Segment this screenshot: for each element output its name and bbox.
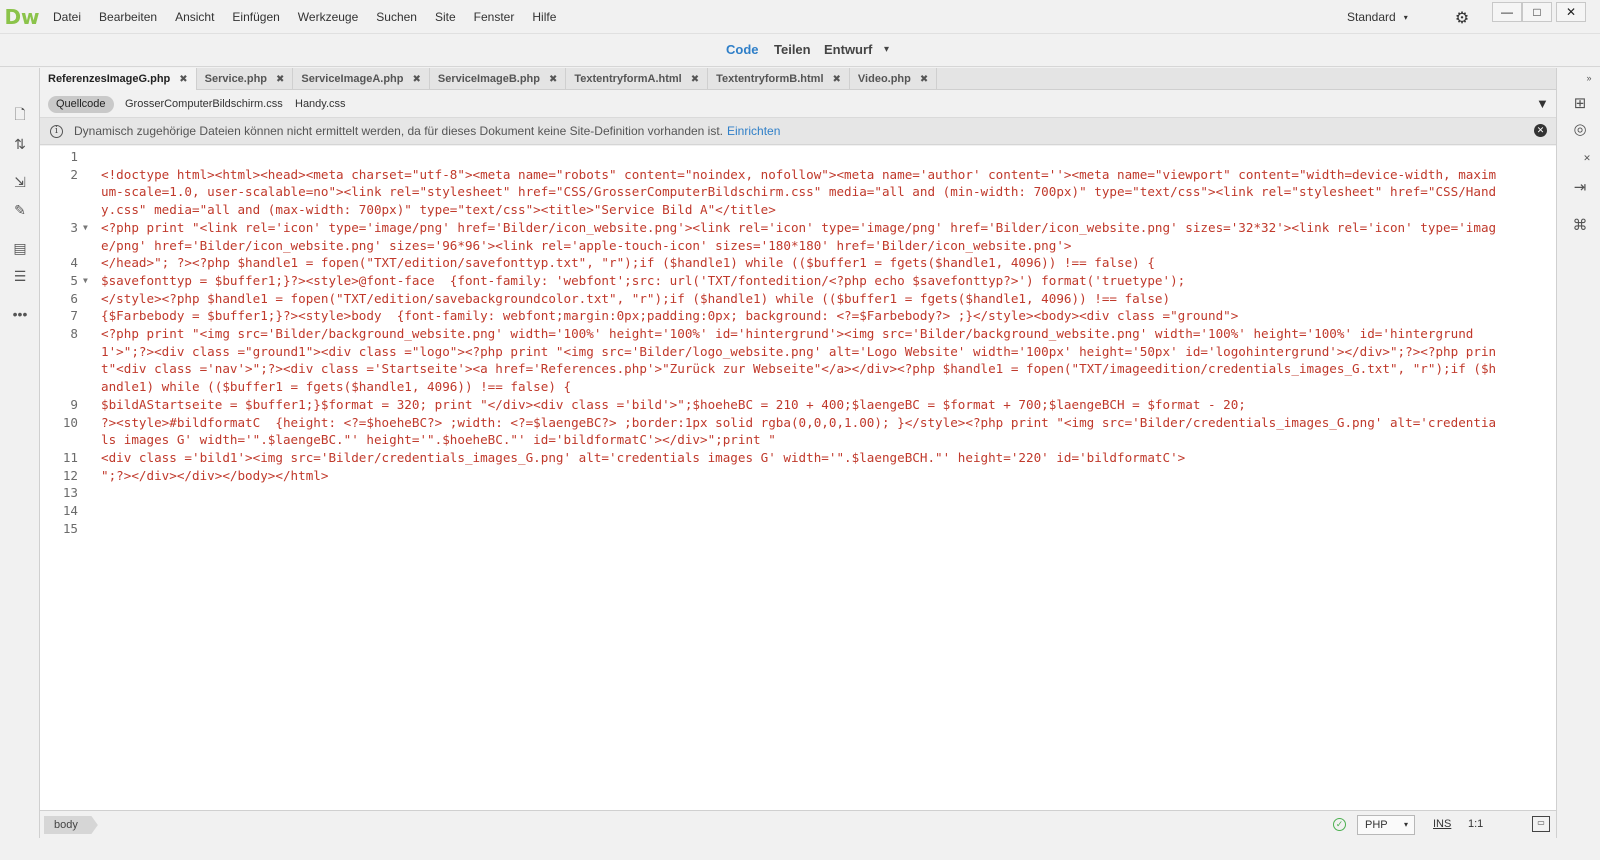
left-toolbar: 🗋 ⇅ ⇲ ✎ ▤ ☰ ••• bbox=[0, 68, 40, 858]
view-design-button[interactable]: Entwurf bbox=[824, 42, 872, 57]
tab-label: TextentryformB.html bbox=[716, 73, 824, 85]
panel-close-icon[interactable]: ✕ bbox=[1581, 152, 1593, 164]
check-circle-icon[interactable]: ✓ bbox=[1333, 818, 1346, 831]
language-select[interactable]: PHP ▾ bbox=[1357, 815, 1415, 835]
tab-serviceimagea[interactable]: ServiceImageA.php ✖ bbox=[293, 68, 430, 90]
related-files-bar: Quellcode GrosserComputerBildschirm.css … bbox=[40, 90, 1556, 118]
maximize-button[interactable]: □ bbox=[1522, 2, 1552, 22]
close-icon[interactable]: ✖ bbox=[276, 74, 284, 85]
fold-arrow-icon[interactable]: ▼ bbox=[83, 272, 88, 290]
code-editor[interactable]: 1 2 <!doctype html><html><head><meta cha… bbox=[40, 146, 1556, 810]
snippets-panel-icon[interactable]: ⌘ bbox=[1569, 214, 1591, 236]
chevron-down-icon[interactable]: ▾ bbox=[884, 44, 889, 55]
close-icon[interactable]: ✖ bbox=[179, 74, 187, 85]
insert-mode-indicator[interactable]: INS bbox=[1433, 818, 1451, 830]
dreamweaver-logo: Dw bbox=[4, 4, 40, 29]
minimize-button[interactable]: — bbox=[1492, 2, 1522, 22]
chevron-down-icon: ▾ bbox=[1403, 820, 1408, 829]
tab-textentryforma[interactable]: TextentryformA.html ✖ bbox=[566, 68, 709, 90]
file-transfer-icon[interactable]: ⇅ bbox=[10, 134, 30, 154]
sync-settings-icon[interactable]: ⚙ bbox=[1447, 8, 1477, 27]
tab-referenzesimageg[interactable]: ReferenzesImageG.php ✖ bbox=[40, 68, 197, 90]
open-document-icon[interactable]: 🗋 bbox=[10, 106, 30, 126]
close-icon[interactable]: ✖ bbox=[920, 74, 928, 85]
menu-site[interactable]: Site bbox=[426, 0, 465, 34]
indent-code-icon[interactable]: ☰ bbox=[10, 266, 30, 286]
bottom-strip bbox=[0, 838, 1600, 860]
tab-label: Video.php bbox=[857, 73, 911, 85]
menu-ansicht[interactable]: Ansicht bbox=[166, 0, 223, 34]
view-switcher-bar: Code Teilen Entwurf ▾ bbox=[0, 34, 1600, 67]
info-message: Dynamisch zugehörige Dateien können nich… bbox=[74, 124, 724, 138]
related-file-grossercomputer-css[interactable]: GrosserComputerBildschirm.css bbox=[117, 96, 291, 113]
close-icon[interactable]: ✖ bbox=[691, 74, 699, 85]
menu-suchen[interactable]: Suchen bbox=[367, 0, 426, 34]
menu-einfuegen[interactable]: Einfügen bbox=[223, 0, 288, 34]
expand-collapse-icon[interactable]: ⇲ bbox=[10, 172, 30, 192]
collapse-panel-icon[interactable]: » bbox=[1583, 72, 1595, 84]
tab-label: ServiceImageB.php bbox=[437, 73, 540, 85]
tab-label: Service.php bbox=[204, 73, 268, 85]
insert-panel-icon[interactable]: ⇥ bbox=[1569, 176, 1591, 198]
tab-textentryformb[interactable]: TextentryformB.html ✖ bbox=[708, 68, 850, 90]
dom-panel-icon[interactable]: ⊞ bbox=[1569, 92, 1591, 114]
tab-label: ServiceImageA.php bbox=[301, 73, 404, 85]
close-icon[interactable]: ✖ bbox=[413, 74, 421, 85]
tag-selector-body[interactable]: body bbox=[44, 816, 98, 834]
workspace-switcher[interactable]: Standard ▾ bbox=[1347, 0, 1408, 34]
cc-libraries-icon[interactable]: ◎ bbox=[1569, 118, 1591, 140]
menu-werkzeuge[interactable]: Werkzeuge bbox=[289, 0, 367, 34]
format-source-icon[interactable]: ✎ bbox=[10, 200, 30, 220]
info-icon: i bbox=[50, 124, 63, 138]
menu-hilfe[interactable]: Hilfe bbox=[523, 0, 565, 34]
language-value: PHP bbox=[1365, 819, 1388, 831]
chevron-down-icon: ▾ bbox=[1403, 12, 1408, 22]
view-code-button[interactable]: Code bbox=[726, 42, 759, 57]
close-icon[interactable]: ✖ bbox=[549, 74, 557, 85]
workspace-label: Standard bbox=[1347, 10, 1396, 24]
cursor-position: 1:1 bbox=[1468, 818, 1484, 830]
right-panel-toolbar: » ⊞ ◎ ✕ ⇥ ⌘ bbox=[1556, 68, 1600, 858]
related-file-handy-css[interactable]: Handy.css bbox=[287, 96, 354, 113]
fold-arrow-icon[interactable]: ▼ bbox=[83, 219, 88, 237]
filter-icon[interactable]: ▼ bbox=[1536, 96, 1549, 111]
tab-label: ReferenzesImageG.php bbox=[48, 73, 171, 85]
view-split-button[interactable]: Teilen bbox=[774, 42, 811, 57]
menu-fenster[interactable]: Fenster bbox=[465, 0, 524, 34]
info-bar: i Dynamisch zugehörige Dateien können ni… bbox=[40, 118, 1556, 145]
tab-serviceimageb[interactable]: ServiceImageB.php ✖ bbox=[430, 68, 567, 90]
related-file-source[interactable]: Quellcode bbox=[48, 96, 114, 113]
close-icon[interactable]: ✖ bbox=[833, 74, 841, 85]
close-window-button[interactable]: ✕ bbox=[1556, 2, 1586, 22]
tab-label: TextentryformA.html bbox=[574, 73, 682, 85]
live-preview-icon[interactable]: ▭ bbox=[1532, 816, 1550, 832]
status-bar: body ✓ PHP ▾ INS 1:1 ▭ bbox=[40, 810, 1556, 838]
tab-service[interactable]: Service.php ✖ bbox=[197, 68, 294, 90]
comment-icon[interactable]: ▤ bbox=[10, 238, 30, 258]
menu-datei[interactable]: Datei bbox=[44, 0, 90, 34]
setup-site-link[interactable]: Einrichten bbox=[727, 124, 780, 138]
more-options-icon[interactable]: ••• bbox=[10, 304, 30, 324]
menu-bearbeiten[interactable]: Bearbeiten bbox=[90, 0, 166, 34]
close-icon[interactable]: ✕ bbox=[1534, 124, 1547, 137]
tab-video[interactable]: Video.php ✖ bbox=[850, 68, 938, 90]
document-tabs: ReferenzesImageG.php ✖ Service.php ✖ Servi… bbox=[40, 68, 1556, 90]
